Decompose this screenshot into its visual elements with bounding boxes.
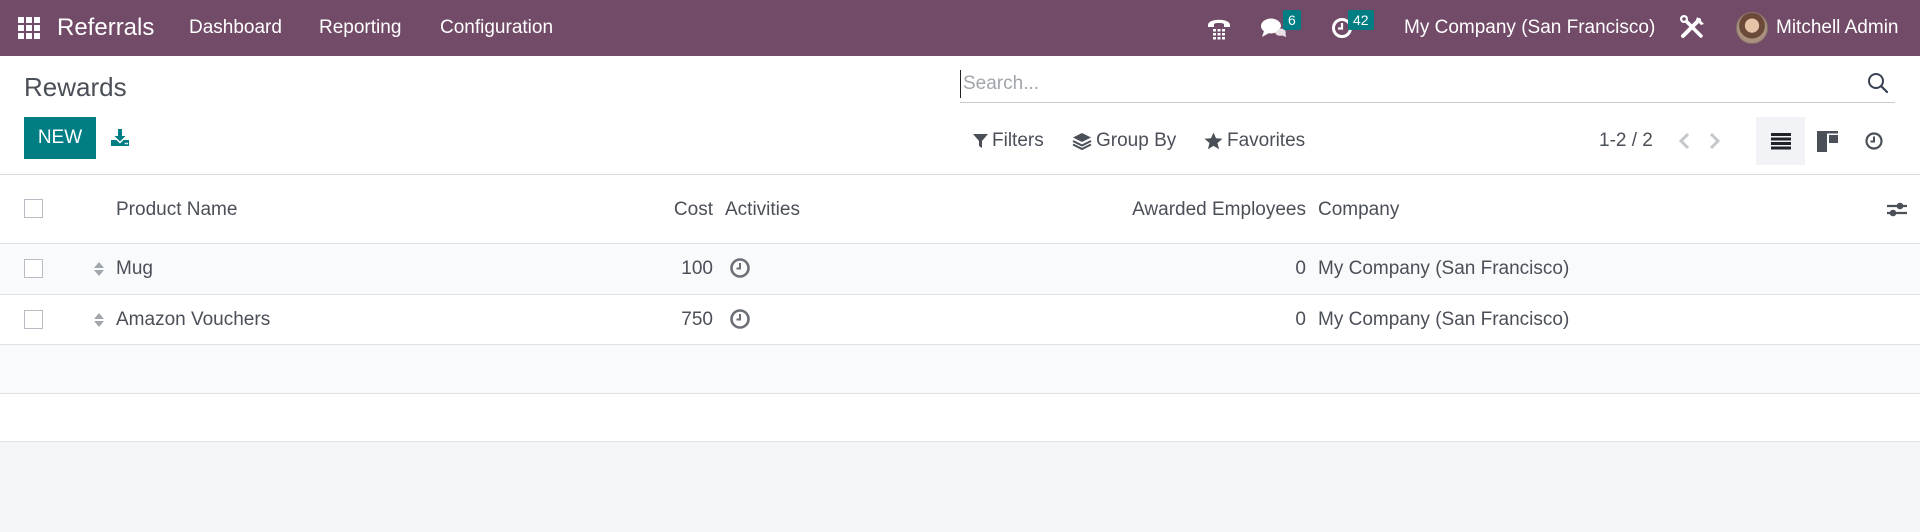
row-checkbox[interactable] [24, 310, 43, 329]
search-button[interactable] [1867, 72, 1889, 99]
activity-button[interactable] [729, 257, 751, 284]
layers-icon [1072, 133, 1092, 151]
company-switcher[interactable]: My Company (San Francisco) [1404, 0, 1655, 56]
filters-label: Filters [992, 130, 1044, 151]
kanban-view-icon [1817, 130, 1838, 152]
avatar-image [1736, 12, 1768, 44]
optional-columns-toggle[interactable] [1886, 199, 1908, 224]
list-view-button[interactable] [1756, 117, 1805, 165]
empty-row [0, 345, 1920, 394]
group-by-label: Group By [1096, 130, 1177, 151]
phone-button[interactable] [1206, 0, 1232, 56]
sort-handle-icon [94, 313, 104, 327]
debug-button[interactable] [1679, 0, 1707, 56]
apps-grid-icon [18, 17, 40, 39]
pager-next-button[interactable] [1704, 128, 1726, 154]
user-avatar[interactable] [1736, 0, 1768, 56]
filters-button[interactable]: Filters [973, 127, 1044, 155]
cell-cost: 750 [681, 309, 713, 330]
menu-configuration[interactable]: Configuration [440, 0, 553, 56]
empty-row [0, 394, 1920, 442]
sort-handle-icon [94, 262, 104, 276]
column-header-company[interactable]: Company [1318, 197, 1399, 223]
table-row[interactable]: Mug 100 0 My Company (San Francisco) [0, 244, 1920, 295]
search-bar [960, 66, 1895, 103]
group-by-button[interactable]: Group By [1072, 127, 1176, 155]
activities-count-badge: 42 [1348, 10, 1374, 30]
phone-icon [1208, 19, 1230, 40]
pager-previous-button[interactable] [1673, 128, 1695, 154]
search-input[interactable] [960, 70, 1840, 98]
new-button[interactable]: NEW [24, 117, 96, 159]
control-panel: Rewards NEW Filters [0, 56, 1920, 175]
row-drag-handle[interactable] [93, 312, 105, 333]
search-icon [1868, 73, 1889, 94]
activity-view-icon [1864, 132, 1883, 150]
menu-dashboard[interactable]: Dashboard [189, 0, 282, 56]
chevron-left-icon [1678, 132, 1690, 150]
messages-count-badge: 6 [1283, 10, 1301, 30]
app-name[interactable]: Referrals [57, 0, 154, 56]
table-row[interactable]: Amazon Vouchers 750 0 My Company (San Fr… [0, 295, 1920, 345]
cell-cost: 100 [681, 258, 713, 279]
cell-awarded-employees: 0 [1295, 309, 1306, 330]
column-header-activities[interactable]: Activities [725, 197, 800, 223]
download-icon [111, 129, 129, 146]
column-header-cost[interactable]: Cost [674, 197, 713, 223]
main-content: Rewards NEW Filters [0, 56, 1920, 442]
page-title: Rewards [24, 72, 127, 102]
favorites-label: Favorites [1227, 130, 1306, 151]
cell-product-name: Amazon Vouchers [116, 309, 271, 330]
cell-company: My Company (San Francisco) [1318, 258, 1570, 279]
activity-view-button[interactable] [1849, 117, 1898, 165]
export-all-button[interactable] [108, 126, 132, 150]
pager-value[interactable]: 1-2 / 2 [1599, 127, 1653, 155]
tools-icon [1680, 15, 1704, 38]
activity-button[interactable] [729, 308, 751, 335]
top-navbar: Referrals Dashboard Reporting Configurat… [0, 0, 1920, 56]
kanban-view-button[interactable] [1803, 117, 1852, 165]
row-checkbox[interactable] [24, 259, 43, 278]
sliders-icon [1887, 202, 1907, 217]
menu-reporting[interactable]: Reporting [319, 0, 401, 56]
row-drag-handle[interactable] [93, 261, 105, 282]
user-menu[interactable]: Mitchell Admin [1776, 0, 1899, 56]
column-header-product-name[interactable]: Product Name [116, 197, 237, 223]
table-header: Product Name Cost Activities Awarded Emp… [0, 175, 1920, 244]
cell-company: My Company (San Francisco) [1318, 309, 1570, 330]
column-header-awarded-employees[interactable]: Awarded Employees [1132, 197, 1306, 223]
clock-icon [730, 258, 750, 278]
cell-product-name: Mug [116, 258, 153, 279]
star-icon [1204, 132, 1223, 150]
select-all-checkbox[interactable] [24, 199, 43, 218]
cell-awarded-employees: 0 [1295, 258, 1306, 279]
favorites-button[interactable]: Favorites [1204, 127, 1305, 155]
app-menu-button[interactable] [18, 0, 40, 56]
chevron-right-icon [1709, 132, 1721, 150]
list-view-icon [1770, 133, 1791, 150]
filter-icon [973, 134, 988, 148]
clock-icon [730, 309, 750, 329]
